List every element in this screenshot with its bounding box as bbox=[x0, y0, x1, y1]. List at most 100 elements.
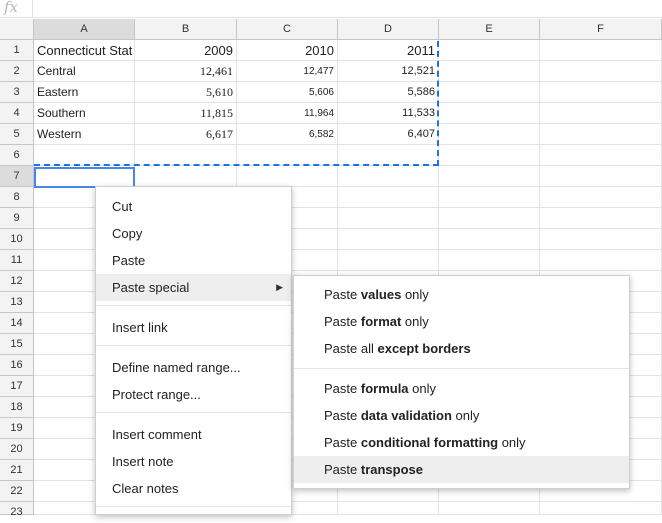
cell-d2[interactable]: 12,521 bbox=[338, 61, 439, 82]
submenu-item-paste-format-only[interactable]: Paste format only bbox=[294, 308, 629, 335]
grid-cell[interactable] bbox=[338, 187, 439, 208]
grid-cell[interactable] bbox=[540, 145, 662, 166]
grid-cell[interactable] bbox=[135, 166, 237, 187]
grid-cell[interactable] bbox=[439, 145, 540, 166]
row-header-5[interactable]: 5 bbox=[0, 124, 34, 145]
menu-item-paste[interactable]: Paste bbox=[96, 247, 291, 274]
cell-b4[interactable]: 11,815 bbox=[135, 103, 237, 124]
menu-item-clear-notes[interactable]: Clear notes bbox=[96, 475, 291, 502]
grid-cell[interactable] bbox=[439, 502, 540, 515]
grid-cell[interactable] bbox=[439, 61, 540, 82]
submenu-item-paste-formula-only[interactable]: Paste formula only bbox=[294, 375, 629, 402]
menu-item-paste-special[interactable]: Paste special ▶ bbox=[96, 274, 291, 301]
menu-item-insert-note[interactable]: Insert note bbox=[96, 448, 291, 475]
cell-a5[interactable]: Western bbox=[34, 124, 135, 145]
submenu-item-paste-values-only[interactable]: Paste values only bbox=[294, 281, 629, 308]
grid-cell[interactable] bbox=[540, 502, 662, 515]
cell-b2[interactable]: 12,461 bbox=[135, 61, 237, 82]
column-header-c[interactable]: C bbox=[237, 19, 338, 40]
cell-b5[interactable]: 6,617 bbox=[135, 124, 237, 145]
column-header-d[interactable]: D bbox=[338, 19, 439, 40]
submenu-item-paste-conditional-formatting-only[interactable]: Paste conditional formatting only bbox=[294, 429, 629, 456]
grid-cell[interactable] bbox=[439, 187, 540, 208]
grid-cell[interactable] bbox=[439, 208, 540, 229]
formula-bar[interactable]: fx bbox=[0, 0, 662, 18]
grid-cell[interactable] bbox=[338, 166, 439, 187]
cell-c2[interactable]: 12,477 bbox=[237, 61, 338, 82]
row-header-7[interactable]: 7 bbox=[0, 166, 34, 187]
grid-cell[interactable] bbox=[540, 229, 662, 250]
cell-a3[interactable]: Eastern bbox=[34, 82, 135, 103]
active-cell-a7[interactable] bbox=[34, 167, 135, 188]
menu-item-copy[interactable]: Copy bbox=[96, 220, 291, 247]
row-header-20[interactable]: 20 bbox=[0, 439, 34, 460]
cell-b3[interactable]: 5,610 bbox=[135, 82, 237, 103]
grid-cell[interactable] bbox=[439, 250, 540, 271]
row-header-12[interactable]: 12 bbox=[0, 271, 34, 292]
row-header-2[interactable]: 2 bbox=[0, 61, 34, 82]
column-header-a[interactable]: A bbox=[34, 19, 135, 40]
cell-a4[interactable]: Southern bbox=[34, 103, 135, 124]
grid-cell[interactable] bbox=[439, 82, 540, 103]
grid-cell[interactable] bbox=[135, 145, 237, 166]
row-header-15[interactable]: 15 bbox=[0, 334, 34, 355]
cell-c3[interactable]: 5,606 bbox=[237, 82, 338, 103]
cell-c5[interactable]: 6,582 bbox=[237, 124, 338, 145]
grid-cell[interactable] bbox=[439, 40, 540, 61]
grid-cell[interactable] bbox=[540, 250, 662, 271]
menu-item-insert-comment[interactable]: Insert comment bbox=[96, 421, 291, 448]
row-header-18[interactable]: 18 bbox=[0, 397, 34, 418]
grid-cell[interactable] bbox=[338, 250, 439, 271]
row-header-17[interactable]: 17 bbox=[0, 376, 34, 397]
submenu-item-paste-data-validation-only[interactable]: Paste data validation only bbox=[294, 402, 629, 429]
row-header-8[interactable]: 8 bbox=[0, 187, 34, 208]
cell-d4[interactable]: 11,533 bbox=[338, 103, 439, 124]
grid-cell[interactable] bbox=[439, 229, 540, 250]
grid-cell[interactable] bbox=[439, 166, 540, 187]
row-header-14[interactable]: 14 bbox=[0, 313, 34, 334]
row-header-6[interactable]: 6 bbox=[0, 145, 34, 166]
grid-cell[interactable] bbox=[540, 187, 662, 208]
column-header-f[interactable]: F bbox=[540, 19, 662, 40]
grid-cell[interactable] bbox=[34, 145, 135, 166]
grid-cell[interactable] bbox=[540, 103, 662, 124]
grid-cell[interactable] bbox=[540, 166, 662, 187]
grid-cell[interactable] bbox=[540, 82, 662, 103]
cell-c4[interactable]: 11,964 bbox=[237, 103, 338, 124]
column-header-b[interactable]: B bbox=[135, 19, 237, 40]
cell-b1[interactable]: 2009 bbox=[135, 40, 237, 61]
menu-item-protect-range[interactable]: Protect range... bbox=[96, 381, 291, 408]
row-header-3[interactable]: 3 bbox=[0, 82, 34, 103]
submenu-item-paste-all-except-borders[interactable]: Paste all except borders bbox=[294, 335, 629, 362]
grid-cell[interactable] bbox=[540, 61, 662, 82]
cell-c1[interactable]: 2010 bbox=[237, 40, 338, 61]
menu-item-define-named-range[interactable]: Define named range... bbox=[96, 354, 291, 381]
grid-cell[interactable] bbox=[540, 208, 662, 229]
cell-d1[interactable]: 2011 bbox=[338, 40, 439, 61]
grid-cell[interactable] bbox=[237, 166, 338, 187]
row-header-23[interactable]: 23 bbox=[0, 502, 34, 518]
select-all-corner[interactable] bbox=[0, 19, 34, 40]
grid-cell[interactable] bbox=[338, 145, 439, 166]
grid-cell[interactable] bbox=[338, 502, 439, 515]
grid-cell[interactable] bbox=[338, 229, 439, 250]
cell-a1[interactable]: Connecticut Stat bbox=[34, 40, 135, 61]
menu-item-insert-link[interactable]: Insert link bbox=[96, 314, 291, 341]
row-header-1[interactable]: 1 bbox=[0, 40, 34, 61]
row-header-10[interactable]: 10 bbox=[0, 229, 34, 250]
cell-a2[interactable]: Central bbox=[34, 61, 135, 82]
column-header-e[interactable]: E bbox=[439, 19, 540, 40]
grid-cell[interactable] bbox=[237, 145, 338, 166]
submenu-item-paste-transpose[interactable]: Paste transpose bbox=[294, 456, 629, 483]
row-header-22[interactable]: 22 bbox=[0, 481, 34, 502]
grid-cell[interactable] bbox=[338, 208, 439, 229]
menu-item-cut[interactable]: Cut bbox=[96, 193, 291, 220]
grid-cell[interactable] bbox=[439, 103, 540, 124]
cell-d5[interactable]: 6,407 bbox=[338, 124, 439, 145]
cell-d3[interactable]: 5,586 bbox=[338, 82, 439, 103]
grid-cell[interactable] bbox=[540, 40, 662, 61]
row-header-13[interactable]: 13 bbox=[0, 292, 34, 313]
row-header-21[interactable]: 21 bbox=[0, 460, 34, 481]
row-header-9[interactable]: 9 bbox=[0, 208, 34, 229]
row-header-16[interactable]: 16 bbox=[0, 355, 34, 376]
